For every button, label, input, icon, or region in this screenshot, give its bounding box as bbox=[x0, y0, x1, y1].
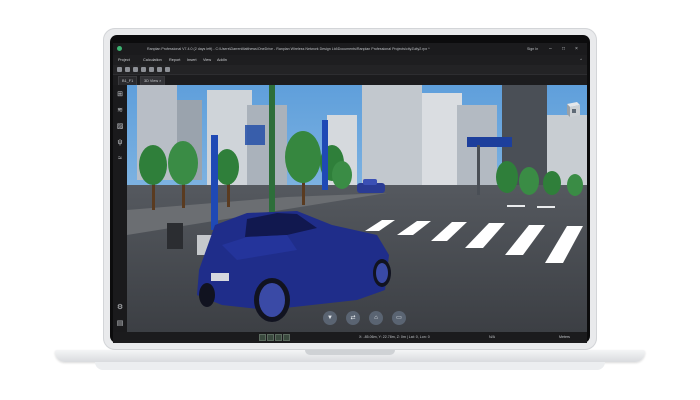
layers-icon[interactable]: ≋ bbox=[116, 107, 124, 115]
layer-toggle-icon[interactable] bbox=[283, 334, 290, 341]
menu-project[interactable]: Project bbox=[118, 55, 130, 65]
antenna-icon[interactable]: ψ bbox=[116, 139, 124, 147]
left-toolbar: ⊞ ≋ ▨ ψ ≈ ⚙ ▤ bbox=[113, 85, 127, 332]
city-scene bbox=[127, 85, 587, 332]
tab-3d-view-label: 3D View bbox=[144, 79, 159, 83]
save-icon[interactable] bbox=[125, 67, 130, 72]
view-tabs: B1_F1 3D View × bbox=[113, 75, 587, 86]
settings-icon[interactable]: ⚙ bbox=[116, 304, 124, 312]
title-bar: Ranplan Professional V7.4.0 (2 days left… bbox=[113, 43, 587, 55]
grid-toggle-icon[interactable] bbox=[267, 334, 274, 341]
menu-insert[interactable]: Insert bbox=[187, 55, 197, 65]
window-title: Ranplan Professional V7.4.0 (2 days left… bbox=[147, 47, 430, 51]
view-cube-icon[interactable] bbox=[563, 99, 583, 119]
trash-bin bbox=[167, 223, 183, 249]
app-logo-icon bbox=[117, 46, 122, 51]
network-icon[interactable]: ⊞ bbox=[116, 91, 124, 99]
menu-calculation[interactable]: Calculation bbox=[143, 55, 162, 65]
maximize-icon[interactable]: □ bbox=[562, 43, 565, 55]
swap-icon[interactable]: ⇄ bbox=[346, 311, 360, 325]
paste-icon[interactable] bbox=[149, 67, 154, 72]
copy-icon[interactable] bbox=[141, 67, 146, 72]
minimize-icon[interactable]: – bbox=[549, 43, 552, 55]
camera-icon[interactable]: ▭ bbox=[392, 311, 406, 325]
export-icon[interactable] bbox=[157, 67, 162, 72]
document-icon[interactable]: ▤ bbox=[116, 320, 124, 328]
sign-in-link[interactable]: Sign In bbox=[527, 43, 538, 55]
menu-report[interactable]: Report bbox=[169, 55, 180, 65]
menu-bar: Project Calculation Report Insert View A… bbox=[113, 55, 587, 65]
open-icon[interactable] bbox=[133, 67, 138, 72]
app-window: Ranplan Professional V7.4.0 (2 days left… bbox=[113, 43, 587, 343]
snap-toggle-icon[interactable] bbox=[259, 334, 266, 341]
laptop-notch bbox=[305, 350, 395, 355]
hatch-icon[interactable]: ▨ bbox=[116, 123, 124, 131]
cursor-coordinates: X: -85.06m, Y: 22.78m, Z: 0m | Lat: 0, L… bbox=[359, 335, 430, 339]
status-na: N/A bbox=[489, 335, 495, 339]
menu-view[interactable]: View bbox=[203, 55, 211, 65]
ortho-toggle-icon[interactable] bbox=[275, 334, 282, 341]
signal-icon[interactable]: ≈ bbox=[116, 155, 124, 163]
close-icon[interactable]: × bbox=[575, 43, 578, 55]
status-bar: X: -85.06m, Y: 22.78m, Z: 0m | Lat: 0, L… bbox=[113, 332, 587, 343]
redo-icon[interactable] bbox=[165, 67, 170, 72]
close-tab-icon[interactable]: × bbox=[159, 79, 161, 83]
quick-toolbar bbox=[113, 65, 587, 75]
units-label: Meters bbox=[559, 335, 570, 339]
chevron-up-icon[interactable]: ^ bbox=[580, 55, 582, 65]
3d-viewport[interactable]: ▼ ⇄ ⌂ ▭ bbox=[127, 85, 587, 332]
laptop-base-shadow bbox=[95, 362, 605, 370]
menu-addin[interactable]: AddIn bbox=[217, 55, 227, 65]
undo-icon[interactable] bbox=[117, 67, 122, 72]
down-arrow-icon[interactable]: ▼ bbox=[323, 311, 337, 325]
home-icon[interactable]: ⌂ bbox=[369, 311, 383, 325]
status-toggles bbox=[259, 334, 295, 341]
